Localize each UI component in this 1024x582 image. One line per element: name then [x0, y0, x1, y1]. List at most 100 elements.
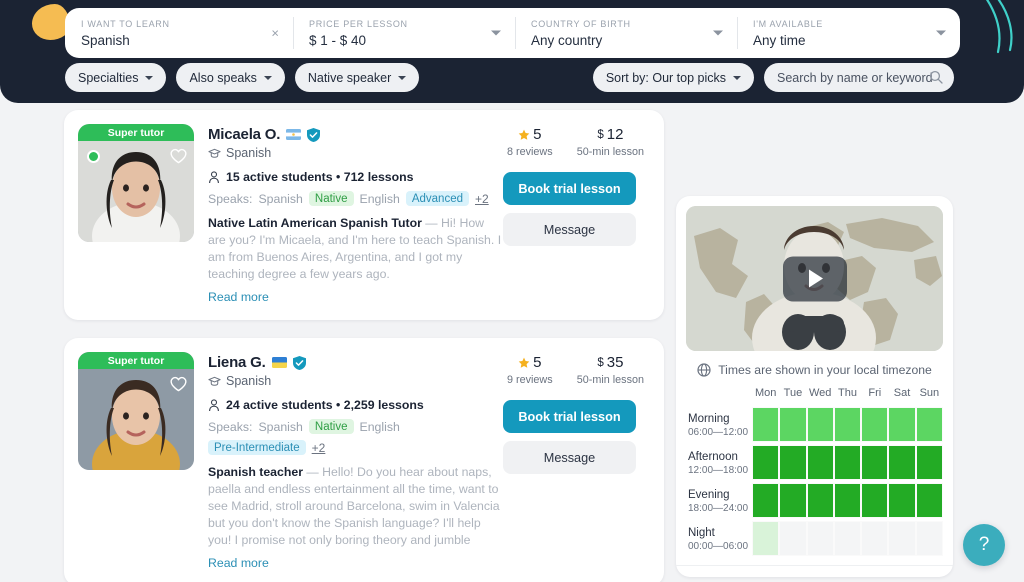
currency-symbol: $	[597, 356, 604, 369]
schedule-cell[interactable]	[779, 407, 807, 442]
flag-argentina-icon	[286, 129, 302, 140]
schedule-day-header: Thu	[838, 387, 857, 399]
online-status-dot	[87, 150, 100, 163]
schedule-cell[interactable]	[888, 483, 916, 518]
tutor-stats: 15 active students • 712 lessons	[208, 170, 503, 184]
filter-language[interactable]: I WANT TO LEARN Spanish ×	[65, 8, 293, 58]
schedule-cell[interactable]	[752, 483, 780, 518]
tutor-search-page: I WANT TO LEARN Spanish × PRICE PER LESS…	[0, 0, 1024, 582]
schedule-cell[interactable]	[833, 407, 862, 442]
book-trial-lesson-button[interactable]: Book trial lesson	[503, 172, 636, 205]
schedule-cell[interactable]	[861, 521, 889, 556]
tutor-languages: Speaks: Spanish Native English Advanced +2	[208, 191, 503, 206]
tutor-actions: 5 8 reviews $12 50-min lesson Book trial les…	[503, 124, 648, 304]
more-languages-link[interactable]: +2	[312, 441, 326, 455]
schedule-cell[interactable]	[915, 407, 943, 442]
schedule-cell[interactable]	[779, 483, 807, 518]
schedule-cell[interactable]	[752, 445, 780, 480]
schedule-row-label: Evening 18:00—24:00	[686, 483, 752, 521]
tutor-card[interactable]: Super tutor Liena G. Spanish 24 active stud…	[64, 338, 664, 582]
tutor-stats: 24 active students • 2,259 lessons	[208, 398, 503, 412]
tutor-name[interactable]: Liena G.	[208, 354, 266, 371]
clear-language-icon[interactable]: ×	[271, 27, 279, 40]
avatar[interactable]: Super tutor	[78, 352, 194, 470]
play-button[interactable]	[782, 256, 847, 301]
read-more-link[interactable]: Read more	[208, 290, 503, 304]
tutor-avatar-wrapper[interactable]: Super tutor	[78, 124, 194, 304]
flag-ukraine-icon	[271, 357, 287, 368]
tutor-subject-label: Spanish	[226, 146, 272, 160]
schedule-cell[interactable]	[915, 445, 943, 480]
speaks-prefix: Speaks:	[208, 191, 253, 206]
reviews-count[interactable]: 8 reviews	[507, 146, 553, 158]
filter-availability-value: Any time	[753, 32, 806, 48]
message-button[interactable]: Message	[503, 213, 636, 246]
filter-availability[interactable]: I'M AVAILABLE Any time	[737, 8, 960, 58]
search-input-placeholder: Search by name or keyword	[777, 70, 933, 85]
play-icon	[809, 269, 823, 288]
schedule-cell[interactable]	[779, 445, 807, 480]
chip-also-speaks[interactable]: Also speaks	[176, 63, 285, 92]
schedule-cell[interactable]	[833, 483, 862, 518]
tutor-avatar-wrapper[interactable]: Super tutor	[78, 352, 194, 570]
schedule-cell[interactable]	[861, 445, 889, 480]
schedule-cell[interactable]	[806, 445, 834, 480]
tutor-name[interactable]: Micaela O.	[208, 126, 280, 143]
schedule-cell[interactable]	[806, 483, 834, 518]
schedule-cell[interactable]	[779, 521, 807, 556]
schedule-cell[interactable]	[806, 407, 834, 442]
chevron-down-icon[interactable]	[491, 30, 501, 36]
tutor-card[interactable]: Super tutor Micaela O. Spanish 15 active st…	[64, 110, 664, 320]
tutor-subject-label: Spanish	[226, 374, 272, 388]
favorite-heart-icon[interactable]	[170, 376, 187, 392]
tutor-bio: Spanish teacher — Hello! Do you hear abo…	[208, 464, 503, 549]
schedule-period-time: 00:00—06:00	[688, 541, 749, 552]
graduation-cap-icon	[208, 376, 221, 386]
tutor-stats-text: 24 active students • 2,259 lessons	[226, 398, 424, 412]
schedule-cell[interactable]	[888, 521, 916, 556]
lesson-duration: 50-min lesson	[576, 146, 644, 158]
star-icon	[518, 357, 530, 368]
tutor-languages: Speaks: Spanish Native English Pre-Intermedi…	[208, 419, 503, 455]
schedule-cell[interactable]	[861, 407, 889, 442]
more-languages-link[interactable]: +2	[475, 192, 489, 206]
chip-native-speaker-label: Native speaker	[307, 70, 392, 85]
sort-and-search-row: Sort by: Our top picks Search by name or…	[592, 63, 954, 92]
schedule-row-label: Afternoon 12:00—18:00	[686, 445, 752, 483]
search-icon	[929, 70, 943, 84]
filter-country[interactable]: COUNTRY OF BIRTH Any country	[515, 8, 737, 58]
schedule-cell[interactable]	[915, 483, 943, 518]
help-label: ?	[978, 534, 990, 555]
read-more-link[interactable]: Read more	[208, 556, 503, 570]
avatar[interactable]: Super tutor	[78, 124, 194, 242]
filter-language-value: Spanish	[81, 32, 130, 48]
book-trial-lesson-button[interactable]: Book trial lesson	[503, 400, 636, 433]
schedule-cell[interactable]	[833, 445, 862, 480]
schedule-day-header: Mon	[754, 387, 777, 399]
schedule-cell[interactable]	[752, 407, 780, 442]
schedule-cell[interactable]	[752, 521, 780, 556]
chevron-down-icon[interactable]	[713, 30, 723, 36]
chip-native-speaker[interactable]: Native speaker	[294, 63, 420, 92]
message-button[interactable]: Message	[503, 441, 636, 474]
help-button[interactable]: ?	[963, 524, 1005, 566]
sort-by-dropdown[interactable]: Sort by: Our top picks	[592, 63, 754, 92]
chevron-down-icon[interactable]	[936, 30, 946, 36]
schedule-cell[interactable]	[833, 521, 862, 556]
schedule-cell[interactable]	[888, 445, 916, 480]
schedule-cell[interactable]	[861, 483, 889, 518]
lesson-duration: 50-min lesson	[576, 374, 644, 386]
schedule-cell[interactable]	[806, 521, 834, 556]
super-tutor-badge: Super tutor	[78, 124, 194, 141]
favorite-heart-icon[interactable]	[170, 148, 187, 164]
reviews-count[interactable]: 9 reviews	[507, 374, 553, 386]
schedule-cell[interactable]	[888, 407, 916, 442]
intro-video[interactable]	[686, 206, 943, 351]
students-icon	[209, 398, 219, 411]
price-value: 35	[606, 354, 624, 371]
search-input-wrapper[interactable]: Search by name or keyword	[764, 63, 954, 92]
filter-price-value: $ 1 - $ 40	[309, 32, 367, 48]
chip-specialties[interactable]: Specialties	[65, 63, 167, 92]
schedule-cell[interactable]	[915, 521, 943, 556]
filter-price[interactable]: PRICE PER LESSON $ 1 - $ 40	[293, 8, 515, 58]
